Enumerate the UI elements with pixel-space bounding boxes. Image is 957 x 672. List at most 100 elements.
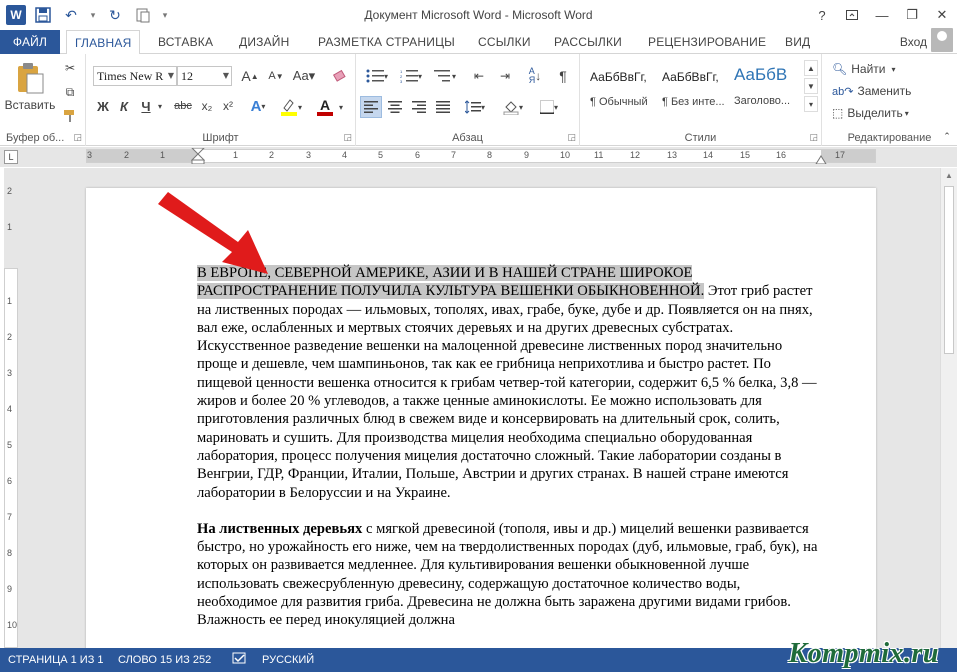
style-normal-preview: АаБбВвГг, bbox=[590, 70, 647, 84]
style-heading1-name: Заголово... bbox=[734, 95, 791, 107]
styles-scroll-up-icon[interactable]: ▲ bbox=[804, 60, 818, 76]
highlight-color-icon[interactable]: ▾ bbox=[278, 96, 304, 118]
clipboard-group: Вставить ✂ ⧉ Буфер об... ◲ bbox=[0, 54, 86, 146]
restore-icon[interactable]: ❐ bbox=[897, 0, 927, 30]
vertical-scrollbar[interactable]: ▲ bbox=[940, 168, 957, 648]
styles-scroll-down-icon[interactable]: ▼ bbox=[804, 78, 818, 94]
cut-icon[interactable]: ✂ bbox=[60, 58, 80, 78]
tab-mailings[interactable]: РАССЫЛКИ bbox=[546, 30, 630, 54]
font-color-dropdown-icon[interactable]: ▾ bbox=[336, 96, 346, 118]
collapse-ribbon-icon[interactable]: ⌃ bbox=[940, 130, 954, 142]
save-icon[interactable] bbox=[32, 4, 54, 26]
tab-home[interactable]: ГЛАВНАЯ bbox=[66, 30, 141, 55]
undo-dropdown-icon[interactable]: ▾ bbox=[88, 4, 98, 26]
italic-button[interactable]: К bbox=[115, 96, 133, 116]
horizontal-ruler[interactable]: 3 2 1 1 2 3 4 5 6 7 8 9 10 11 12 13 14 1… bbox=[86, 148, 876, 164]
ruler-right-margin bbox=[821, 150, 875, 162]
find-button[interactable]: 🔍︎ Найти ▾ bbox=[832, 60, 896, 78]
bold-button[interactable]: Ж bbox=[94, 96, 112, 116]
tab-selector-icon[interactable]: L bbox=[4, 150, 18, 164]
grow-font-button[interactable]: A ▲ bbox=[238, 66, 262, 86]
font-launcher-icon[interactable]: ◲ bbox=[343, 132, 352, 143]
font-name-dropdown-icon[interactable]: ▼ bbox=[168, 67, 174, 85]
underline-dropdown-icon[interactable]: ▾ bbox=[155, 96, 165, 116]
style-no-spacing[interactable]: АаБбВвГг, ¶ Без инте... bbox=[658, 62, 728, 112]
ribbon-tabs: ФАЙЛ ГЛАВНАЯ ВСТАВКА ДИЗАЙН РАЗМЕТКА СТР… bbox=[0, 30, 957, 55]
line-spacing-icon[interactable]: ▾ bbox=[460, 96, 490, 118]
vruler-number: 5 bbox=[7, 440, 13, 450]
replace-button[interactable]: ab↷ Заменить bbox=[832, 82, 911, 100]
align-left-icon[interactable] bbox=[360, 96, 382, 118]
right-indent-marker-icon[interactable] bbox=[815, 154, 827, 164]
proofing-icon[interactable] bbox=[232, 652, 248, 669]
language-status[interactable]: РУССКИЙ bbox=[262, 654, 314, 666]
word-logo-icon[interactable]: W bbox=[6, 5, 26, 25]
shrink-font-button[interactable]: A ▼ bbox=[264, 66, 288, 86]
multilevel-list-icon[interactable]: ▾ bbox=[430, 66, 460, 86]
scroll-up-icon[interactable]: ▲ bbox=[941, 168, 957, 184]
clear-formatting-icon[interactable] bbox=[330, 66, 350, 86]
align-right-icon[interactable] bbox=[408, 96, 430, 118]
tab-page-layout[interactable]: РАЗМЕТКА СТРАНИЦЫ bbox=[310, 30, 463, 54]
show-marks-icon[interactable]: ¶ bbox=[552, 66, 574, 86]
superscript-button[interactable]: x² bbox=[219, 96, 237, 116]
font-case-button[interactable]: Aa▾ bbox=[293, 66, 315, 86]
tab-references[interactable]: ССЫЛКИ bbox=[470, 30, 539, 54]
word-count-status[interactable]: СЛОВО 15 ИЗ 252 bbox=[118, 654, 211, 666]
strikethrough-button[interactable]: abc bbox=[170, 96, 196, 116]
numbering-icon[interactable]: 1 2 3 ▾ bbox=[396, 66, 426, 86]
subscript-button[interactable]: x₂ bbox=[198, 96, 216, 116]
styles-launcher-icon[interactable]: ◲ bbox=[809, 132, 818, 143]
decrease-indent-icon[interactable]: ⇤ bbox=[468, 66, 490, 86]
undo-icon[interactable]: ↶ bbox=[60, 4, 82, 26]
document-body[interactable]: В ЕВРОПЕ, СЕВЕРНОЙ АМЕРИКЕ, АЗИИ И В НАШ… bbox=[197, 264, 819, 648]
font-color-icon[interactable]: A bbox=[312, 96, 338, 118]
copy-icon[interactable]: ⧉ bbox=[60, 82, 80, 102]
paste-button[interactable]: Вставить bbox=[5, 58, 55, 116]
font-name-combo[interactable]: Times New R ▼ bbox=[93, 66, 177, 86]
sort-icon[interactable]: А Я ↓ bbox=[524, 66, 546, 86]
paragraph-2-bold-lead: На лиственных деревьях bbox=[197, 520, 363, 537]
font-size-combo[interactable]: 12 ▼ bbox=[177, 66, 232, 86]
clipboard-icon[interactable] bbox=[132, 4, 154, 26]
shading-icon[interactable]: ▾ bbox=[498, 96, 528, 118]
help-icon[interactable]: ? bbox=[807, 0, 837, 30]
style-normal[interactable]: АаБбВвГг, ¶ Обычный bbox=[586, 62, 656, 112]
style-heading1[interactable]: АаБбВ Заголово... bbox=[730, 62, 800, 112]
bullets-icon[interactable]: ▾ bbox=[362, 66, 392, 86]
ribbon-display-icon[interactable] bbox=[837, 0, 867, 30]
signin-link[interactable]: Вход bbox=[900, 35, 927, 49]
select-button[interactable]: ⬚ Выделить ▾ bbox=[832, 104, 909, 122]
font-size-dropdown-icon[interactable]: ▼ bbox=[223, 67, 229, 85]
format-painter-icon[interactable] bbox=[60, 106, 80, 126]
text-effects-icon[interactable]: A ▾ bbox=[246, 96, 270, 116]
document-page[interactable]: В ЕВРОПЕ, СЕВЕРНОЙ АМЕРИКЕ, АЗИИ И В НАШ… bbox=[86, 188, 876, 648]
clipboard-launcher-icon[interactable]: ◲ bbox=[73, 132, 82, 143]
ruler-number: 6 bbox=[415, 150, 421, 160]
justify-icon[interactable] bbox=[432, 96, 454, 118]
tab-review[interactable]: РЕЦЕНЗИРОВАНИЕ bbox=[640, 30, 774, 54]
tab-design[interactable]: ДИЗАЙН bbox=[231, 30, 298, 54]
scroll-thumb[interactable] bbox=[944, 186, 954, 354]
vruler-number: 6 bbox=[7, 476, 13, 486]
align-center-icon[interactable] bbox=[384, 96, 406, 118]
redo-icon[interactable]: ↻ bbox=[104, 4, 126, 26]
tab-insert[interactable]: ВСТАВКА bbox=[150, 30, 221, 54]
customize-qat-icon[interactable]: ▾ bbox=[160, 4, 170, 26]
ruler-left-margin bbox=[87, 150, 198, 162]
indent-marker-icon[interactable] bbox=[191, 148, 205, 164]
avatar[interactable] bbox=[931, 28, 953, 52]
close-icon[interactable]: ✕ bbox=[927, 0, 957, 30]
page-count-status[interactable]: СТРАНИЦА 1 ИЗ 1 bbox=[8, 654, 104, 666]
style-heading1-preview: АаБбВ bbox=[734, 65, 788, 84]
styles-more-icon[interactable]: ▾ bbox=[804, 96, 818, 112]
paragraph-launcher-icon[interactable]: ◲ bbox=[567, 132, 576, 143]
tab-view[interactable]: ВИД bbox=[777, 30, 818, 54]
borders-icon[interactable]: ▾ bbox=[534, 96, 564, 118]
vertical-ruler[interactable]: 2 1 1 2 3 4 5 6 7 8 9 10 bbox=[4, 168, 18, 648]
underline-button[interactable]: Ч bbox=[137, 96, 155, 116]
styles-group: АаБбВвГг, ¶ Обычный АаБбВвГг, ¶ Без инте… bbox=[580, 54, 822, 146]
increase-indent-icon[interactable]: ⇥ bbox=[494, 66, 516, 86]
tab-file[interactable]: ФАЙЛ bbox=[0, 30, 60, 54]
minimize-icon[interactable]: — bbox=[867, 0, 897, 30]
